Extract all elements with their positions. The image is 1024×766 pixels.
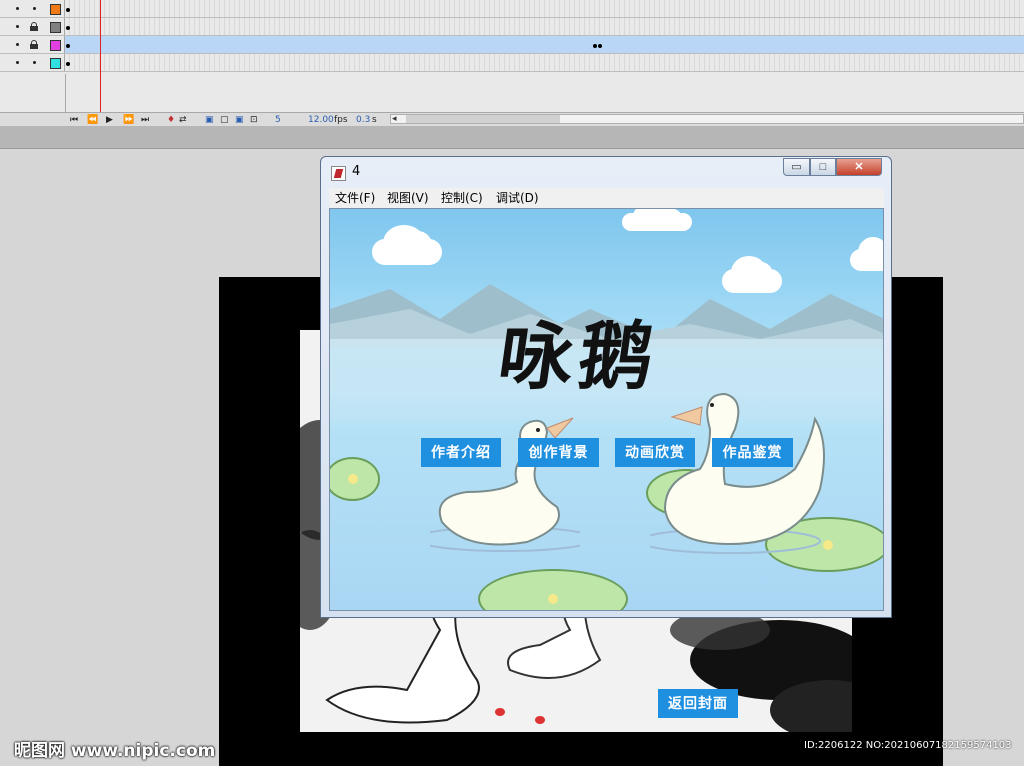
layer-row[interactable] xyxy=(0,0,1024,18)
menu-debug[interactable]: 调试(D) xyxy=(494,190,541,206)
first-frame-icon[interactable]: ⏮ xyxy=(70,114,78,126)
menu-control[interactable]: 控制(C) xyxy=(439,190,485,206)
flash-app-icon xyxy=(331,166,346,181)
lily-pad xyxy=(330,457,380,501)
visibility-dot[interactable] xyxy=(16,61,19,64)
cloud-shape xyxy=(372,224,442,265)
lily-pad xyxy=(478,569,628,610)
appreciation-button[interactable]: 作品鉴赏 xyxy=(712,438,793,467)
keyframe-marker xyxy=(66,26,70,30)
timeline-panel: ⏮ ⏪ ▶ ⏩ ⏭ ♦ ⇄ ▣ ▢ ▣ ⊡ 5 12.00 fps 0.3 s … xyxy=(0,0,1024,127)
onion-skin-icon[interactable]: ▣ xyxy=(205,114,214,126)
visibility-dot[interactable] xyxy=(16,25,19,28)
frame-track[interactable] xyxy=(65,36,1024,53)
next-frame-icon[interactable]: ⏩ xyxy=(123,114,134,126)
loop-icon[interactable]: ⇄ xyxy=(179,114,187,126)
maximize-button[interactable]: □ xyxy=(810,158,836,176)
menu-view[interactable]: 视图(V) xyxy=(385,190,431,206)
animation-button[interactable]: 动画欣赏 xyxy=(615,438,695,467)
frame-rate[interactable]: 12.00 xyxy=(308,114,334,126)
frame-track[interactable] xyxy=(65,0,1024,17)
scroll-left-icon[interactable]: ◂ xyxy=(392,113,397,125)
watermark-id: ID:2206122 NO:20210607182159574103 xyxy=(804,740,1012,751)
elapsed-unit: s xyxy=(372,115,377,125)
flash-player-window: 4 ▭ □ ✕ 文件(F) 视图(V) 控制(C) 调试(D) 咏鹅 作者介绍 … xyxy=(320,156,892,618)
scene-title: 咏鹅 xyxy=(493,314,666,400)
visibility-dot[interactable] xyxy=(16,7,19,10)
layer-color-swatch[interactable] xyxy=(50,40,61,51)
movie-canvas: 咏鹅 作者介绍 创作背景 动画欣赏 作品鉴赏 xyxy=(329,208,884,611)
onion-markers-icon[interactable]: ⊡ xyxy=(250,114,258,126)
lock-dot[interactable] xyxy=(33,7,36,10)
layer-row[interactable] xyxy=(0,54,1024,72)
layer-row-selected[interactable] xyxy=(0,36,1024,54)
cloud-shape xyxy=(622,209,692,231)
menu-bar: 文件(F) 视图(V) 控制(C) 调试(D) xyxy=(329,188,884,209)
timeline-controls: ⏮ ⏪ ▶ ⏩ ⏭ ♦ ⇄ ▣ ▢ ▣ ⊡ 5 12.00 fps 0.3 s … xyxy=(0,112,1024,127)
window-titlebar[interactable]: 4 ▭ □ ✕ xyxy=(321,157,891,187)
creation-background-button[interactable]: 创作背景 xyxy=(518,438,599,467)
close-button[interactable]: ✕ xyxy=(836,158,882,176)
play-icon[interactable]: ▶ xyxy=(106,114,113,126)
frame-track[interactable] xyxy=(65,54,1024,71)
lock-icon[interactable] xyxy=(30,22,38,31)
scrollbar-thumb[interactable] xyxy=(406,115,560,123)
lock-dot[interactable] xyxy=(33,61,36,64)
frame-rate-unit: fps xyxy=(334,115,348,125)
cloud-shape xyxy=(850,236,883,271)
menu-file[interactable]: 文件(F) xyxy=(333,190,377,206)
keyframe-marker xyxy=(593,44,597,48)
edit-bar xyxy=(0,126,1024,149)
center-frame-icon[interactable]: ♦ xyxy=(167,114,175,126)
minimize-button[interactable]: ▭ xyxy=(783,158,810,176)
window-title: 4 xyxy=(352,164,361,179)
author-intro-button[interactable]: 作者介绍 xyxy=(421,438,501,467)
visibility-dot[interactable] xyxy=(16,43,19,46)
keyframe-marker xyxy=(66,8,70,12)
timeline-empty-area xyxy=(0,74,1024,112)
keyframe-marker xyxy=(598,44,602,48)
layer-color-swatch[interactable] xyxy=(50,58,61,69)
layer-color-swatch[interactable] xyxy=(50,4,61,15)
elapsed-time: 0.3 xyxy=(356,115,371,125)
layer-row[interactable] xyxy=(0,18,1024,36)
watermark-logo: 昵图网 www.nipic.com xyxy=(14,741,216,761)
layer-list xyxy=(0,0,1024,72)
frame-track[interactable] xyxy=(65,18,1024,35)
keyframe-marker xyxy=(66,62,70,66)
goose-left-illustration xyxy=(430,417,580,552)
layer-color-swatch[interactable] xyxy=(50,22,61,33)
current-frame[interactable]: 5 xyxy=(275,114,281,126)
back-to-cover-button[interactable]: 返回封面 xyxy=(658,689,738,718)
last-frame-icon[interactable]: ⏭ xyxy=(141,114,149,126)
prev-frame-icon[interactable]: ⏪ xyxy=(87,114,98,126)
lock-icon[interactable] xyxy=(30,40,38,49)
goose-right-illustration xyxy=(650,392,825,554)
keyframe-marker xyxy=(66,44,70,48)
edit-multiple-icon[interactable]: ▣ xyxy=(235,114,244,126)
playhead[interactable] xyxy=(100,0,101,126)
onion-outline-icon[interactable]: ▢ xyxy=(220,114,229,126)
